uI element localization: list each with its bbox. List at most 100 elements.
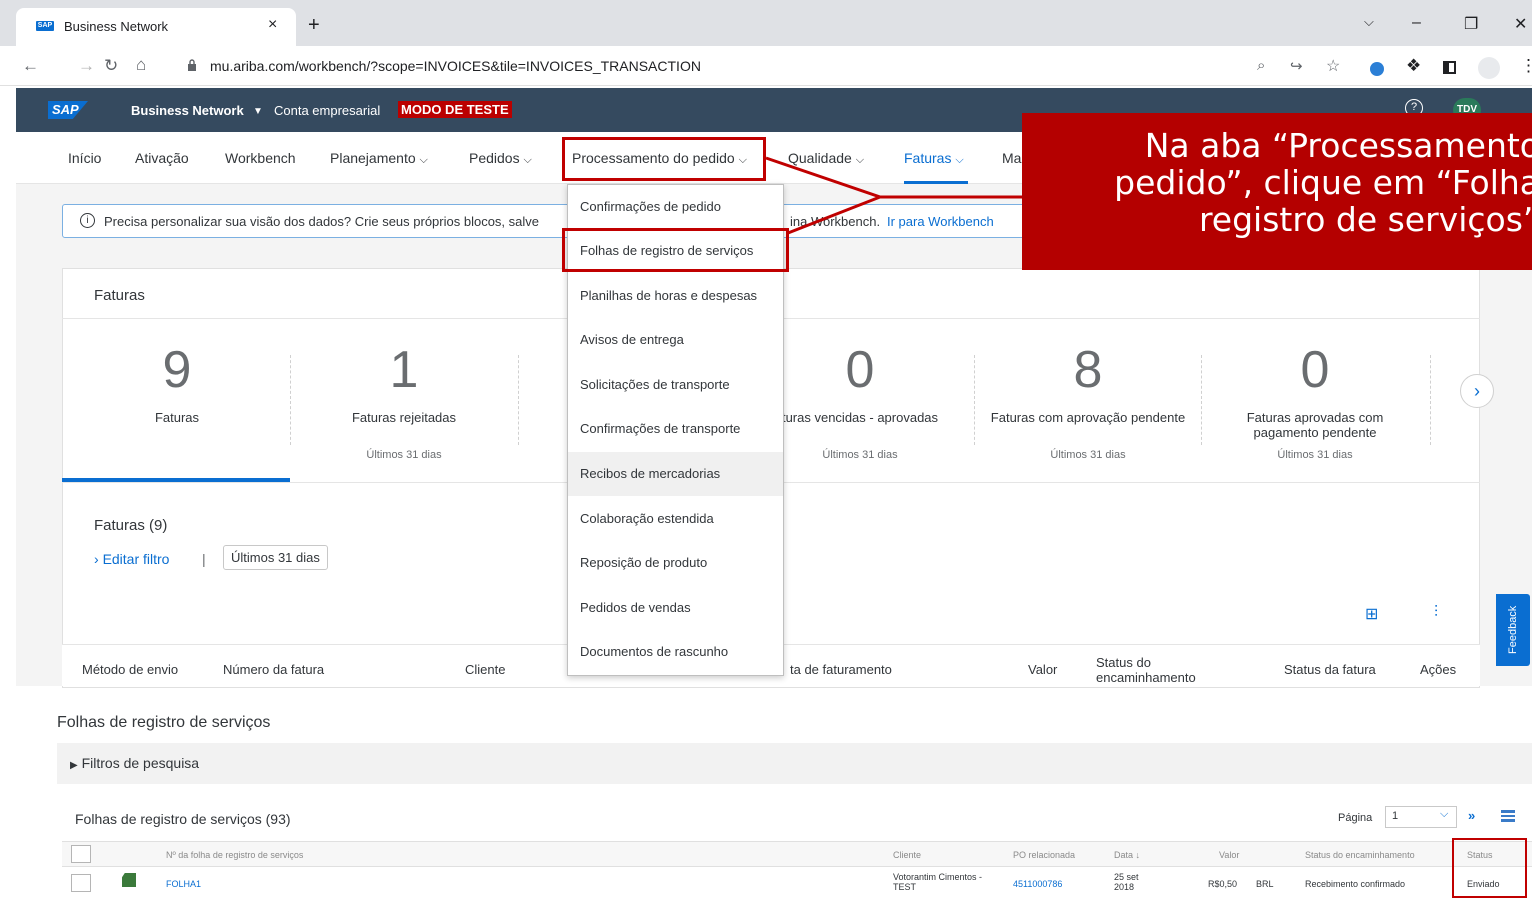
- column-header[interactable]: Valor: [1219, 850, 1239, 860]
- filter-chip[interactable]: Últimos 31 dias: [223, 545, 328, 570]
- table-options-icon[interactable]: [1501, 810, 1515, 822]
- page: SAP Business Network × + ⌵ – ❐ ✕ ← → ↻ ⌂…: [0, 0, 1532, 898]
- back-icon[interactable]: ←: [22, 56, 39, 76]
- tile-label: Faturas rejeitadas: [351, 410, 457, 425]
- highlight-menu-folhas: [562, 228, 789, 272]
- share-icon[interactable]: ↪: [1290, 57, 1303, 75]
- filter-separator: |: [202, 551, 206, 567]
- menu-item-confirmacoes-de-transporte[interactable]: Confirmações de transporte: [568, 407, 783, 451]
- column-header[interactable]: Status da fatura: [1284, 662, 1376, 677]
- nav-pedidos[interactable]: Pedidos ⌵: [469, 150, 532, 167]
- browser-menu-icon[interactable]: ⋮: [1520, 56, 1532, 76]
- tiles-next-button[interactable]: ›: [1460, 374, 1494, 408]
- forward-icon[interactable]: →: [78, 56, 95, 76]
- export-table-icon[interactable]: ⊞: [1365, 604, 1378, 624]
- column-header[interactable]: Nº da folha de registro de serviços: [166, 850, 303, 860]
- nav-planejamento[interactable]: Planejamento ⌵: [330, 150, 428, 167]
- home-icon[interactable]: ⌂: [136, 55, 146, 75]
- menu-item-solicitacoes-de-transporte[interactable]: Solicitações de transporte: [568, 363, 783, 407]
- menu-item-pedidos-de-vendas[interactable]: Pedidos de vendas: [568, 586, 783, 630]
- info-banner-text: Precisa personalizar sua visão dos dados…: [104, 214, 539, 229]
- tile-divider: [290, 355, 291, 445]
- sap-favicon-icon: SAP: [36, 21, 54, 31]
- select-all-checkbox[interactable]: [71, 845, 91, 863]
- document-icon: [122, 873, 136, 887]
- chevron-down-icon: ⌵: [523, 154, 532, 166]
- feedback-button[interactable]: Feedback: [1496, 594, 1530, 666]
- ses-amount: R$0,50: [1208, 879, 1238, 889]
- new-tab-icon[interactable]: +: [308, 14, 320, 37]
- column-header[interactable]: Cliente: [465, 662, 505, 677]
- tile-period: Últimos 31 dias: [366, 449, 442, 461]
- zoom-icon[interactable]: ⌕: [1257, 57, 1265, 74]
- instruction-callout: Na aba “Processamento pedido”, clique em…: [1022, 113, 1532, 270]
- nav-workbench[interactable]: Workbench: [225, 150, 296, 166]
- tile-divider: [1430, 355, 1431, 445]
- side-panel-icon[interactable]: [1443, 61, 1456, 74]
- tile-period: Últimos 31 dias: [1050, 449, 1126, 461]
- menu-item-recibos-de-mercadorias[interactable]: Recibos de mercadorias: [568, 452, 783, 496]
- profile-icon[interactable]: [1478, 57, 1500, 79]
- search-filters-label: Filtros de pesquisa: [81, 755, 200, 771]
- table-settings-icon[interactable]: ⫶: [1434, 604, 1438, 622]
- menu-item-planilhas-de-horas[interactable]: Planilhas de horas e despesas: [568, 274, 783, 318]
- invoices-card-title: Faturas: [94, 287, 145, 304]
- lock-icon: [188, 59, 196, 71]
- column-header[interactable]: Ações: [1420, 662, 1456, 677]
- tile-value: 9: [162, 341, 192, 399]
- browser-tab-title: Business Network: [64, 19, 169, 34]
- tab-search-chevron-icon[interactable]: ⌵: [1364, 14, 1374, 30]
- callout-line: pedido”, clique em “Folha: [1114, 163, 1532, 202]
- menu-item-colaboracao-estendida[interactable]: Colaboração estendida: [568, 497, 783, 541]
- column-header[interactable]: ta de faturamento: [790, 662, 892, 677]
- test-mode-badge: MODO DE TESTE: [398, 101, 512, 118]
- tile-divider: [518, 355, 519, 445]
- menu-item-reposicao-de-produto[interactable]: Reposição de produto: [568, 541, 783, 585]
- menu-item-avisos-de-entrega[interactable]: Avisos de entrega: [568, 318, 783, 362]
- row-checkbox[interactable]: [71, 874, 91, 892]
- column-header[interactable]: Status do encaminhamento: [1096, 655, 1214, 685]
- menu-item-confirmacoes-de-pedido[interactable]: Confirmações de pedido: [568, 185, 783, 229]
- tile-label: Faturas: [154, 410, 200, 425]
- ses-number-link[interactable]: FOLHA1: [166, 879, 201, 889]
- highlight-status-column: [1452, 838, 1527, 898]
- product-chevron-icon[interactable]: ▼: [253, 106, 263, 117]
- column-header[interactable]: Data ↓: [1114, 850, 1140, 860]
- info-icon: i: [80, 213, 95, 228]
- extensions-puzzle-icon[interactable]: ❖: [1406, 56, 1421, 76]
- chevron-right-icon: ›: [94, 551, 99, 567]
- window-close-icon[interactable]: ✕: [1514, 14, 1527, 34]
- next-page-icon[interactable]: »: [1468, 808, 1475, 823]
- sort-down-icon: ↓: [1135, 850, 1141, 860]
- extension-globe-icon[interactable]: [1370, 62, 1384, 76]
- chevron-right-icon: ›: [1474, 381, 1480, 401]
- column-header[interactable]: Método de envio: [82, 662, 178, 677]
- ses-table-title: Folhas de registro de serviços (93): [75, 811, 291, 827]
- column-header[interactable]: PO relacionada: [1013, 850, 1075, 860]
- search-filters-bar[interactable]: [57, 743, 1532, 784]
- bookmark-star-icon[interactable]: ☆: [1326, 56, 1340, 76]
- column-header[interactable]: Número da fatura: [223, 662, 324, 677]
- tile-divider: [974, 355, 975, 445]
- search-filters-toggle[interactable]: ▶ Filtros de pesquisa: [70, 755, 199, 771]
- nav-planejamento-label: Planejamento: [330, 150, 416, 166]
- product-name[interactable]: Business Network: [131, 103, 244, 118]
- tab-close-icon[interactable]: ×: [268, 16, 277, 34]
- callout-line: Na aba “Processamento: [1144, 126, 1532, 165]
- restore-icon[interactable]: ❐: [1464, 14, 1478, 34]
- menu-item-documentos-de-rascunho[interactable]: Documentos de rascunho: [568, 630, 783, 674]
- tile-label: Faturas aprovadas com pagamento pendente: [1246, 410, 1384, 440]
- column-header[interactable]: Cliente: [893, 850, 921, 860]
- nav-ativacao[interactable]: Ativação: [135, 150, 189, 166]
- chevron-down-icon[interactable]: ⌵: [1440, 808, 1448, 821]
- url-text[interactable]: mu.ariba.com/workbench/?scope=INVOICES&t…: [210, 58, 701, 74]
- column-header[interactable]: Valor: [1028, 662, 1057, 677]
- nav-inicio[interactable]: Início: [68, 150, 101, 166]
- reload-icon[interactable]: ↻: [104, 56, 118, 76]
- pager-label: Página: [1338, 812, 1373, 824]
- edit-filter-link[interactable]: › Editar filtro: [94, 551, 169, 567]
- column-header[interactable]: Status do encaminhamento: [1305, 850, 1415, 860]
- ses-po-link[interactable]: 4511000786: [1013, 879, 1062, 889]
- tile-value: 8: [1073, 341, 1103, 399]
- minimize-icon[interactable]: –: [1412, 14, 1421, 32]
